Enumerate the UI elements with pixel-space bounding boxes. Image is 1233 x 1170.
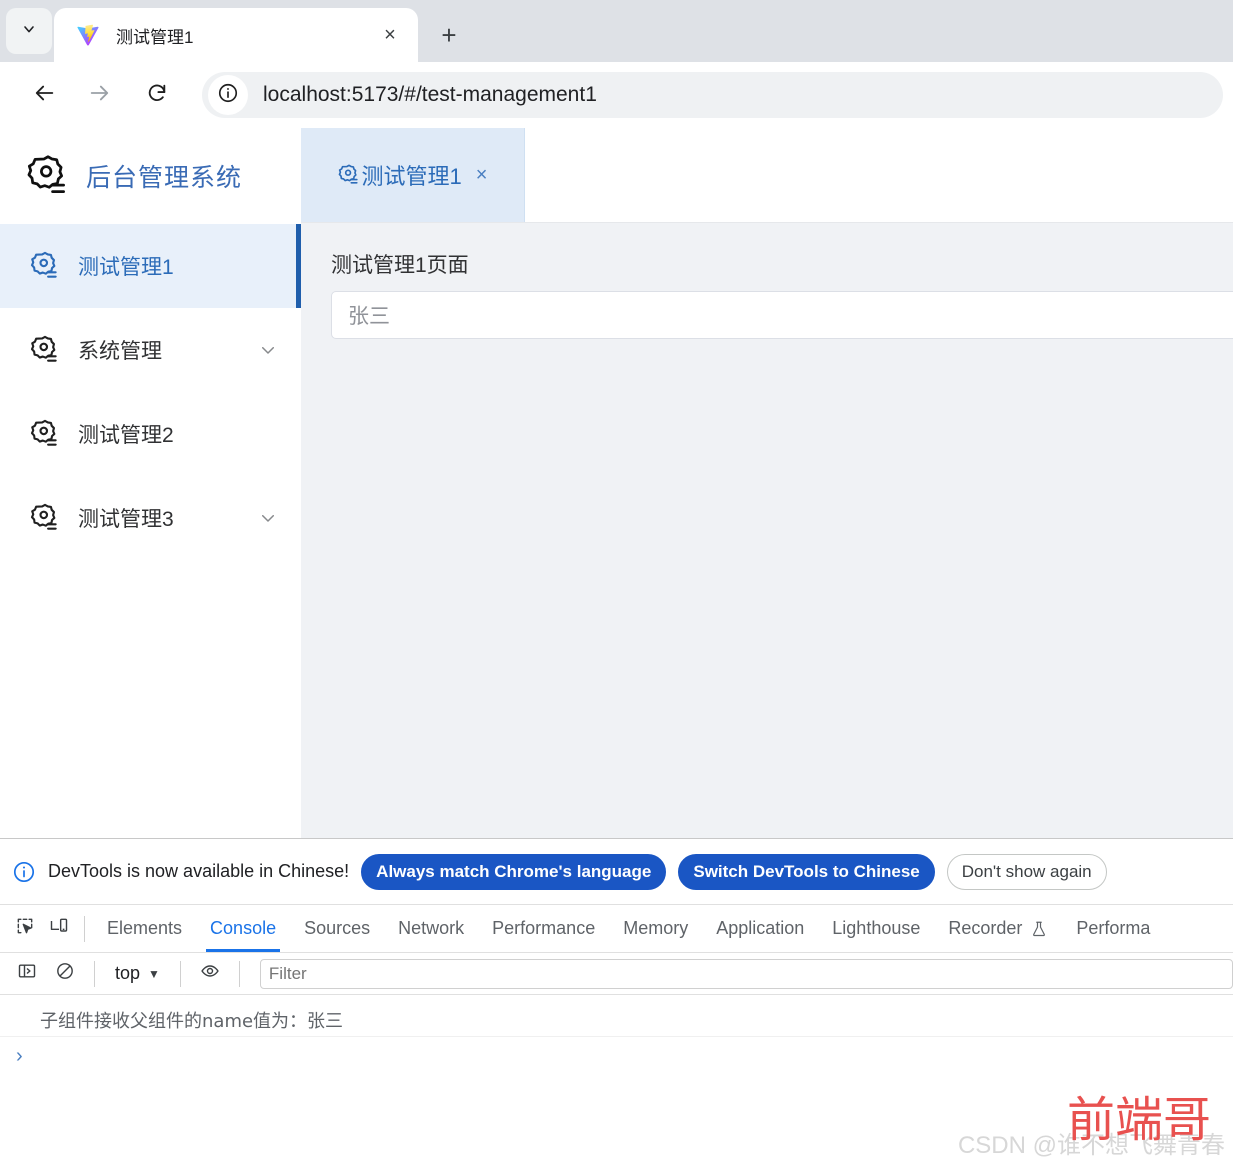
device-toolbar-button[interactable]	[42, 912, 76, 946]
page-tab-test-management1[interactable]: 测试管理1 ×	[301, 128, 525, 222]
author-watermark: 前端哥	[1066, 1094, 1211, 1147]
devtools-tab-network[interactable]: Network	[384, 906, 478, 952]
address-bar[interactable]: localhost:5173/#/test-management1	[202, 72, 1223, 118]
browser-chrome: 测试管理1 × + localhost:5173/#/test-manageme…	[0, 0, 1233, 128]
console-sidebar-icon	[17, 961, 37, 986]
vite-logo-icon	[76, 23, 100, 47]
info-circle-icon	[12, 860, 36, 884]
console-context-label: top	[115, 963, 141, 983]
clear-console-icon	[55, 961, 75, 986]
close-icon[interactable]: ×	[476, 164, 488, 187]
devtools-language-banner: DevTools is now available in Chinese! Al…	[0, 839, 1233, 905]
sidebar-item-label: 测试管理1	[78, 256, 174, 279]
sidebar: 后台管理系统 测试管理1 系统管理 测试管理2 测试管理3	[0, 128, 301, 838]
browser-tab[interactable]: 测试管理1 ×	[54, 8, 418, 62]
switch-devtools-chinese-button[interactable]: Switch DevTools to Chinese	[678, 853, 935, 890]
devtools-tab-elements[interactable]: Elements	[93, 906, 196, 952]
gear-setting-icon	[26, 154, 70, 198]
devtools-tab-performance[interactable]: Performance	[478, 906, 609, 952]
devtools-panel: DevTools is now available in Chinese! Al…	[0, 838, 1233, 1170]
console-toolbar: top ▼	[0, 953, 1233, 995]
devtools-tab-application[interactable]: Application	[702, 906, 818, 952]
console-sidebar-button[interactable]	[10, 957, 44, 991]
chevron-down-icon[interactable]	[259, 509, 277, 527]
new-tab-button[interactable]: +	[428, 14, 470, 56]
reload-button[interactable]	[134, 72, 180, 118]
close-icon[interactable]: ×	[376, 21, 404, 49]
devtools-tab-performance-insights[interactable]: Performa	[1062, 906, 1164, 952]
sidebar-item-test-management1[interactable]: 测试管理1	[0, 224, 301, 308]
console-message: 子组件接收父组件的name值为：张三	[0, 1003, 1233, 1037]
gear-setting-icon	[338, 164, 360, 186]
toolbar-divider	[84, 915, 85, 942]
console-toolbar-divider-3	[238, 960, 240, 987]
page-title: 测试管理1页面	[331, 254, 469, 277]
devtools-tab-console[interactable]: Console	[196, 906, 290, 952]
devtools-tab-recorder[interactable]: Recorder	[934, 906, 1062, 952]
banner-message: DevTools is now available in Chinese!	[48, 861, 350, 881]
gear-setting-icon	[30, 335, 60, 365]
inspect-element-icon	[15, 916, 35, 941]
site-info-button[interactable]	[208, 75, 248, 115]
gear-setting-icon	[30, 419, 60, 449]
devtools-tab-lighthouse[interactable]: Lighthouse	[818, 906, 934, 952]
app-title: 后台管理系统	[86, 164, 243, 192]
flask-icon	[1030, 920, 1048, 938]
browser-tab-title: 测试管理1	[116, 27, 194, 47]
gear-setting-icon	[30, 251, 60, 281]
info-circle-icon	[217, 82, 239, 109]
console-settings-eye-button[interactable]	[193, 957, 227, 991]
console-log: 子组件接收父组件的name值为：张三 ›	[0, 995, 1233, 1075]
chevron-down-icon[interactable]	[259, 341, 277, 359]
screenshot-root: 测试管理1 × + localhost:5173/#/test-manageme…	[0, 0, 1233, 1170]
devtools-tab-bar: Elements Console Sources Network Perform…	[0, 905, 1233, 953]
page-content: 测试管理1页面	[301, 223, 1233, 838]
back-button[interactable]	[22, 72, 68, 118]
console-filter-input[interactable]	[259, 958, 1233, 989]
dont-show-again-button[interactable]: Don't show again	[946, 853, 1107, 890]
browser-toolbar: localhost:5173/#/test-management1	[0, 62, 1233, 128]
forward-button[interactable]	[76, 72, 122, 118]
sidebar-item-label: 系统管理	[78, 340, 162, 363]
console-prompt[interactable]: ›	[0, 1037, 1233, 1075]
clear-console-button[interactable]	[48, 957, 82, 991]
main-area: 测试管理1 × 测试管理1页面	[301, 128, 1233, 838]
console-toolbar-divider	[94, 960, 95, 987]
always-match-language-button[interactable]: Always match Chrome's language	[361, 853, 667, 890]
devtools-tab-memory[interactable]: Memory	[609, 906, 702, 952]
devtools-tab-sources[interactable]: Sources	[290, 906, 384, 952]
sidebar-menu: 测试管理1 系统管理 测试管理2 测试管理3	[0, 224, 301, 560]
chevron-down-icon: ▼	[148, 966, 160, 981]
device-toolbar-icon	[49, 916, 69, 941]
page-tab-bar: 测试管理1 ×	[301, 128, 1233, 223]
app-logo: 后台管理系统	[0, 128, 301, 224]
inspect-element-button[interactable]	[8, 912, 42, 946]
tab-search-button[interactable]	[6, 8, 52, 54]
gear-setting-icon	[30, 503, 60, 533]
sidebar-item-test-management3[interactable]: 测试管理3	[0, 476, 301, 560]
name-input[interactable]	[331, 291, 1233, 339]
arrow-left-icon	[34, 82, 56, 109]
reload-icon	[146, 82, 168, 109]
sidebar-item-label: 测试管理3	[78, 508, 174, 531]
sidebar-item-system-management[interactable]: 系统管理	[0, 308, 301, 392]
console-context-selector[interactable]: top ▼	[107, 963, 168, 984]
console-toolbar-divider-2	[179, 960, 181, 987]
arrow-right-icon	[88, 82, 110, 109]
eye-icon	[200, 961, 220, 986]
web-page: 后台管理系统 测试管理1 系统管理 测试管理2 测试管理3 测试管理1 × 测试…	[0, 128, 1233, 838]
page-tab-label: 测试管理1	[361, 164, 462, 189]
sidebar-item-label: 测试管理2	[78, 424, 174, 447]
sidebar-item-test-management2[interactable]: 测试管理2	[0, 392, 301, 476]
url-text: localhost:5173/#/test-management1	[263, 83, 597, 106]
chevron-down-icon	[21, 21, 37, 42]
tab-strip: 测试管理1 × +	[0, 0, 1233, 62]
devtools-tab-label: Recorder	[948, 918, 1023, 938]
